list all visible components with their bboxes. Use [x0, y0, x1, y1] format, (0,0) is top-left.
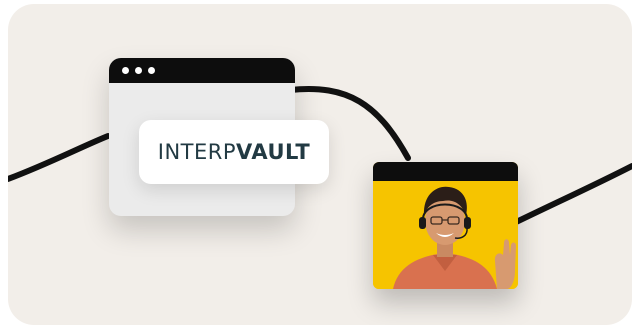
window-dot-icon — [148, 67, 155, 74]
window-dot-icon — [122, 67, 129, 74]
video-call-window — [373, 162, 518, 289]
window-dot-icon — [135, 67, 142, 74]
logo-text-part1: INTERP — [157, 140, 237, 164]
person-photo — [373, 181, 518, 289]
browser-title-bar — [109, 58, 295, 83]
logo-text-part2: VAULT — [236, 140, 311, 164]
video-title-bar — [373, 162, 518, 181]
logo-card: INTERP VAULT — [139, 120, 329, 184]
illustration-card: INTERP VAULT — [8, 4, 632, 325]
